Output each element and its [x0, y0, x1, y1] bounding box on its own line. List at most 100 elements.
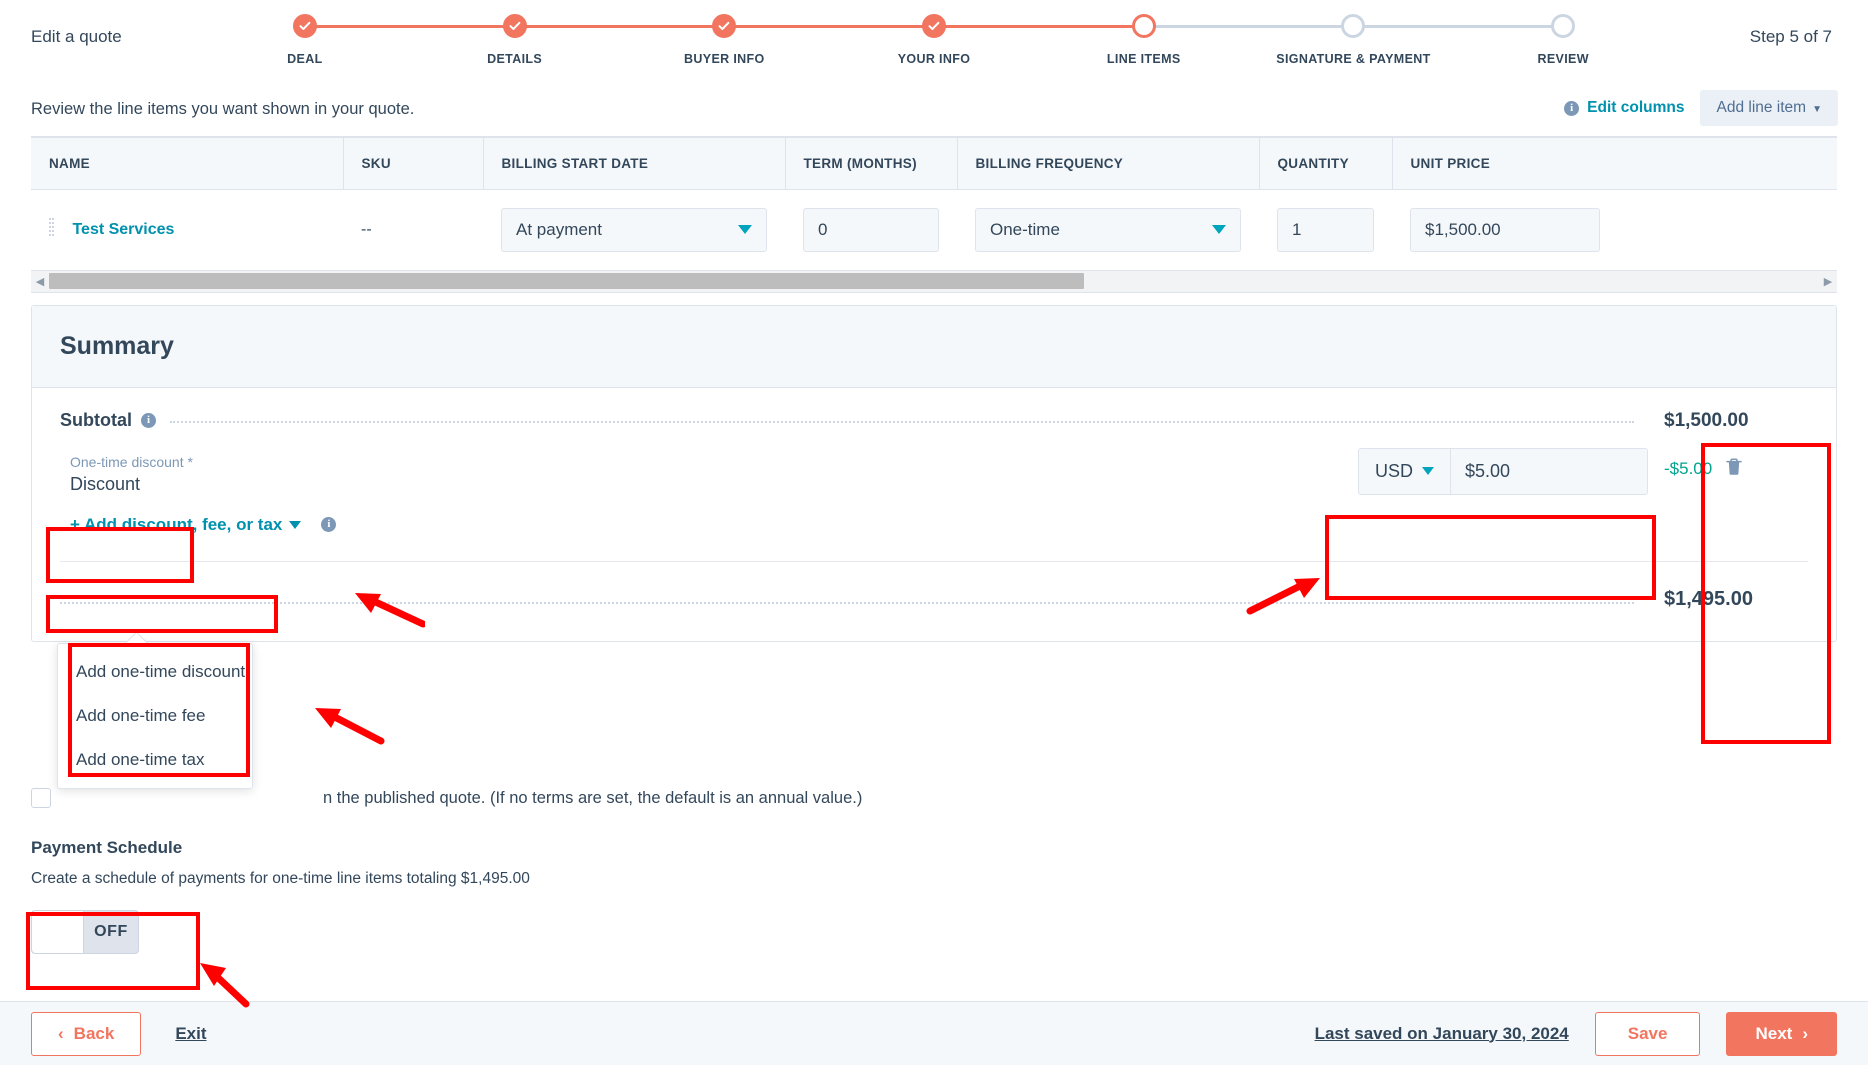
- menu-item-add-one-time-discount[interactable]: Add one-time discount: [58, 650, 252, 694]
- column-header-unit-price: UNIT PRICE: [1392, 137, 1837, 190]
- chevron-right-icon: ›: [1802, 1023, 1808, 1043]
- stepper-header: Edit a quote DEAL DETAILS BUYER INFO YOU…: [0, 0, 1868, 88]
- terms-checkbox-row: n the published quote. (If no terms are …: [31, 788, 862, 808]
- add-discount-fee-tax-label: + Add discount, fee, or tax: [70, 514, 283, 534]
- discount-field-value: Discount: [70, 473, 141, 494]
- billing-start-date-select[interactable]: At payment: [501, 207, 767, 252]
- page-title: Edit a quote: [31, 27, 122, 46]
- step-details[interactable]: DETAILS: [304, 14, 620, 66]
- horizontal-scrollbar[interactable]: ◀ ▶: [31, 269, 1837, 292]
- edit-columns-button[interactable]: i Edit columns: [1564, 99, 1700, 117]
- step-buyer-info[interactable]: BUYER INFO: [514, 14, 829, 66]
- circle-icon: [1551, 14, 1576, 38]
- add-discount-fee-tax-button[interactable]: + Add discount, fee, or tax: [60, 507, 311, 543]
- cell-quantity: [1259, 189, 1392, 270]
- step-label: DETAILS: [487, 52, 543, 66]
- cell-sku: --: [343, 189, 483, 270]
- chevron-down-icon: [738, 225, 752, 235]
- payment-schedule-description: Create a schedule of payments for one-ti…: [31, 870, 530, 887]
- scroll-right-arrow-icon[interactable]: ▶: [1819, 275, 1837, 288]
- step-deal[interactable]: DEAL: [200, 14, 410, 66]
- back-label: Back: [73, 1023, 115, 1043]
- discount-left-column: One-time discount * Discount + Add disco…: [60, 448, 1130, 543]
- column-header-billing-start-date: BILLING START DATE: [483, 137, 786, 190]
- column-header-name: NAME: [31, 137, 344, 190]
- step-review[interactable]: REVIEW: [1353, 14, 1668, 66]
- terms-checkbox[interactable]: [31, 788, 51, 808]
- scrollbar-thumb[interactable]: [49, 273, 1085, 289]
- edit-columns-label: Edit columns: [1587, 99, 1685, 116]
- currency-amount-input-group: USD: [1358, 447, 1648, 495]
- drag-handle-icon[interactable]: [49, 217, 54, 242]
- total-row: $1,495.00: [60, 562, 1808, 641]
- step-label: BUYER INFO: [684, 52, 765, 66]
- add-line-item-label: Add line item: [1716, 99, 1807, 116]
- step-connector: [1143, 25, 1354, 28]
- dotted-leader: [170, 410, 1634, 423]
- add-discount-fee-tax-menu[interactable]: Add one-time discount Add one-time fee A…: [57, 643, 253, 789]
- subtotal-amount: $1,500.00: [1664, 409, 1749, 431]
- unit-price-input[interactable]: [1410, 207, 1600, 252]
- payment-schedule-title: Payment Schedule: [31, 838, 183, 857]
- step-signature-payment[interactable]: SIGNATURE & PAYMENT: [1143, 14, 1459, 66]
- last-saved-link[interactable]: Last saved on January 30, 2024: [1315, 1024, 1569, 1044]
- next-button[interactable]: Next ›: [1726, 1011, 1837, 1056]
- cell-billing-start-date: At payment: [483, 189, 785, 270]
- step-your-info[interactable]: YOUR INFO: [724, 14, 1039, 66]
- billing-frequency-value: One-time: [990, 219, 1060, 239]
- cell-name: Test Services: [31, 189, 343, 270]
- exit-link[interactable]: Exit: [175, 1024, 206, 1044]
- column-header-sku: SKU: [343, 137, 484, 190]
- trash-icon[interactable]: [1726, 457, 1742, 481]
- toggle-knob: [32, 911, 84, 953]
- cell-unit-price: [1392, 189, 1837, 270]
- line-items-table-wrapper: NAME SKU BILLING START DATE TERM (MONTHS…: [31, 136, 1837, 293]
- step-label: DEAL: [287, 52, 323, 66]
- scrollbar-track[interactable]: [49, 273, 1819, 289]
- annotation-arrow-dropdown: [315, 708, 385, 745]
- add-line-item-button[interactable]: Add line item ▼: [1700, 90, 1838, 126]
- currency-select[interactable]: USD: [1359, 448, 1452, 494]
- chevron-down-icon: [1422, 467, 1435, 475]
- check-icon: [922, 14, 947, 38]
- subtotal-label: Subtotal: [60, 409, 132, 430]
- footer-right-group: Last saved on January 30, 2024 Save Next…: [1315, 1011, 1837, 1056]
- step-list: DEAL DETAILS BUYER INFO YOUR INFO LINE I…: [200, 14, 1668, 66]
- discount-name-field[interactable]: One-time discount * Discount: [60, 448, 203, 503]
- table-row: Test Services -- At payment One-time: [31, 189, 1837, 270]
- discount-amount-group: USD: [1358, 447, 1648, 495]
- step-counter: Step 5 of 7: [1749, 27, 1832, 46]
- check-icon: [712, 14, 737, 38]
- menu-item-add-one-time-tax[interactable]: Add one-time tax: [58, 738, 252, 782]
- discount-applied-column: -$5.00: [1648, 457, 1808, 481]
- toggle-label: OFF: [94, 923, 128, 940]
- info-icon[interactable]: i: [321, 517, 337, 532]
- intro-text: Review the line items you want shown in …: [31, 100, 415, 118]
- step-connector: [934, 25, 1144, 28]
- currency-value: USD: [1375, 460, 1414, 481]
- billing-frequency-select[interactable]: One-time: [975, 207, 1241, 252]
- scroll-left-arrow-icon[interactable]: ◀: [31, 275, 49, 288]
- discount-field-label: One-time discount *: [70, 453, 193, 470]
- quantity-input[interactable]: [1277, 207, 1374, 252]
- menu-item-add-one-time-fee[interactable]: Add one-time fee: [58, 694, 252, 738]
- step-connector: [304, 25, 515, 28]
- check-icon: [502, 14, 527, 38]
- column-header-billing-frequency: BILLING FREQUENCY: [957, 137, 1260, 190]
- discount-amount-input[interactable]: [1451, 448, 1647, 494]
- billing-start-date-value: At payment: [516, 219, 602, 239]
- term-months-input[interactable]: [803, 207, 939, 252]
- save-button[interactable]: Save: [1594, 1011, 1701, 1056]
- step-line-items[interactable]: LINE ITEMS: [934, 14, 1249, 66]
- summary-header: Summary: [32, 305, 1836, 388]
- info-icon[interactable]: i: [141, 412, 156, 428]
- chevron-down-icon: [289, 520, 302, 529]
- line-item-name-link[interactable]: Test Services: [72, 221, 174, 238]
- step-connector: [514, 25, 725, 28]
- back-button[interactable]: ‹ Back: [31, 1011, 142, 1056]
- subheader: Review the line items you want shown in …: [0, 88, 1868, 136]
- dotted-leader: [60, 594, 1634, 604]
- step-connector: [1353, 25, 1564, 28]
- step-label: YOUR INFO: [897, 52, 971, 66]
- payment-schedule-toggle[interactable]: OFF: [31, 910, 139, 954]
